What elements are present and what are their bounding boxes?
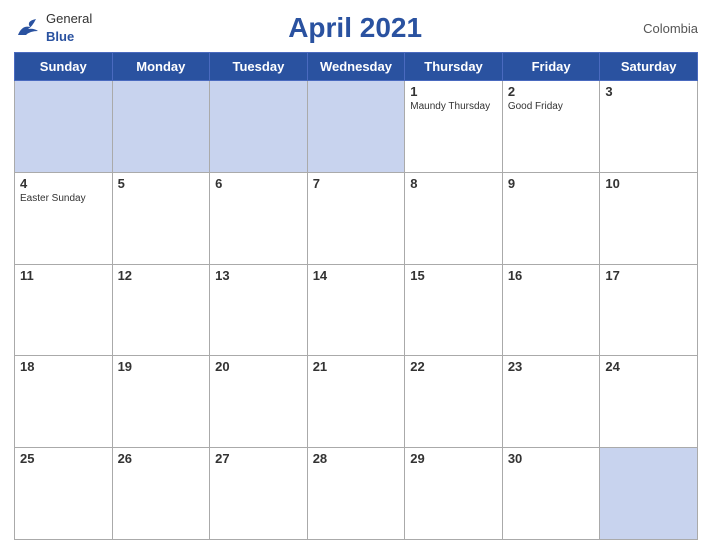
table-row: 4 Easter Sunday	[15, 172, 113, 264]
logo-text: General Blue	[46, 10, 92, 46]
day-number: 12	[118, 268, 205, 283]
day-number: 3	[605, 84, 692, 99]
table-row: 25	[15, 448, 113, 540]
calendar-row-1: 1 Maundy Thursday 2 Good Friday 3	[15, 81, 698, 173]
day-number: 24	[605, 359, 692, 374]
calendar-row-2: 4 Easter Sunday 56789 10	[15, 172, 698, 264]
day-number: 8	[410, 176, 497, 191]
table-row: 15	[405, 264, 503, 356]
day-number: 7	[313, 176, 400, 191]
logo-general: General	[46, 11, 92, 26]
day-number: 4	[20, 176, 107, 191]
calendar-table: Sunday Monday Tuesday Wednesday Thursday…	[14, 52, 698, 540]
table-row: 21	[307, 356, 405, 448]
table-row: 14	[307, 264, 405, 356]
day-number: 15	[410, 268, 497, 283]
table-row: 27	[210, 448, 308, 540]
table-row: 1 Maundy Thursday	[405, 81, 503, 173]
logo: General Blue	[14, 10, 92, 46]
col-monday: Monday	[112, 53, 210, 81]
table-row: 30	[502, 448, 600, 540]
table-row: 2 Good Friday	[502, 81, 600, 173]
table-row	[112, 81, 210, 173]
col-wednesday: Wednesday	[307, 53, 405, 81]
day-number: 13	[215, 268, 302, 283]
table-row: 13	[210, 264, 308, 356]
table-row: 20	[210, 356, 308, 448]
day-number: 6	[215, 176, 302, 191]
day-number: 2	[508, 84, 595, 99]
col-saturday: Saturday	[600, 53, 698, 81]
day-number: 11	[20, 268, 107, 283]
table-row: 10	[600, 172, 698, 264]
table-row: 12	[112, 264, 210, 356]
table-row	[600, 448, 698, 540]
day-number: 16	[508, 268, 595, 283]
table-row: 5	[112, 172, 210, 264]
table-row: 16	[502, 264, 600, 356]
day-number: 9	[508, 176, 595, 191]
col-tuesday: Tuesday	[210, 53, 308, 81]
col-thursday: Thursday	[405, 53, 503, 81]
table-row: 28	[307, 448, 405, 540]
table-row: 9	[502, 172, 600, 264]
day-number: 26	[118, 451, 205, 466]
table-row: 7	[307, 172, 405, 264]
col-friday: Friday	[502, 53, 600, 81]
holiday-label: Easter Sunday	[20, 193, 107, 204]
header-row: Sunday Monday Tuesday Wednesday Thursday…	[15, 53, 698, 81]
day-number: 22	[410, 359, 497, 374]
table-row: 17	[600, 264, 698, 356]
day-number: 1	[410, 84, 497, 99]
day-number: 5	[118, 176, 205, 191]
logo-blue: Blue	[46, 29, 74, 44]
day-number: 18	[20, 359, 107, 374]
table-row: 29	[405, 448, 503, 540]
day-number: 30	[508, 451, 595, 466]
table-row: 23	[502, 356, 600, 448]
calendar-row-4: 18 19 20 21 22 23 24	[15, 356, 698, 448]
day-number: 10	[605, 176, 692, 191]
country-label: Colombia	[618, 21, 698, 36]
table-row: 19	[112, 356, 210, 448]
table-row: 22	[405, 356, 503, 448]
table-row: 3	[600, 81, 698, 173]
day-number: 14	[313, 268, 400, 283]
col-sunday: Sunday	[15, 53, 113, 81]
table-row	[210, 81, 308, 173]
day-number: 25	[20, 451, 107, 466]
table-row: 11	[15, 264, 113, 356]
calendar-row-3: 11 12 13 14 15 16 17	[15, 264, 698, 356]
holiday-label: Good Friday	[508, 101, 595, 112]
table-row	[307, 81, 405, 173]
logo-bird-icon	[14, 17, 42, 39]
calendar-title: April 2021	[92, 12, 618, 44]
table-row: 8	[405, 172, 503, 264]
calendar-row-5: 25 26 27 28 29 30	[15, 448, 698, 540]
table-row: 18	[15, 356, 113, 448]
day-number: 21	[313, 359, 400, 374]
table-row: 6	[210, 172, 308, 264]
day-number: 29	[410, 451, 497, 466]
table-row: 26	[112, 448, 210, 540]
day-number: 23	[508, 359, 595, 374]
calendar-page: General Blue April 2021 Colombia Sunday …	[0, 0, 712, 550]
day-number: 19	[118, 359, 205, 374]
day-number: 17	[605, 268, 692, 283]
day-number: 27	[215, 451, 302, 466]
holiday-label: Maundy Thursday	[410, 101, 497, 112]
day-number: 20	[215, 359, 302, 374]
table-row	[15, 81, 113, 173]
top-bar: General Blue April 2021 Colombia	[14, 10, 698, 46]
table-row: 24	[600, 356, 698, 448]
day-number: 28	[313, 451, 400, 466]
